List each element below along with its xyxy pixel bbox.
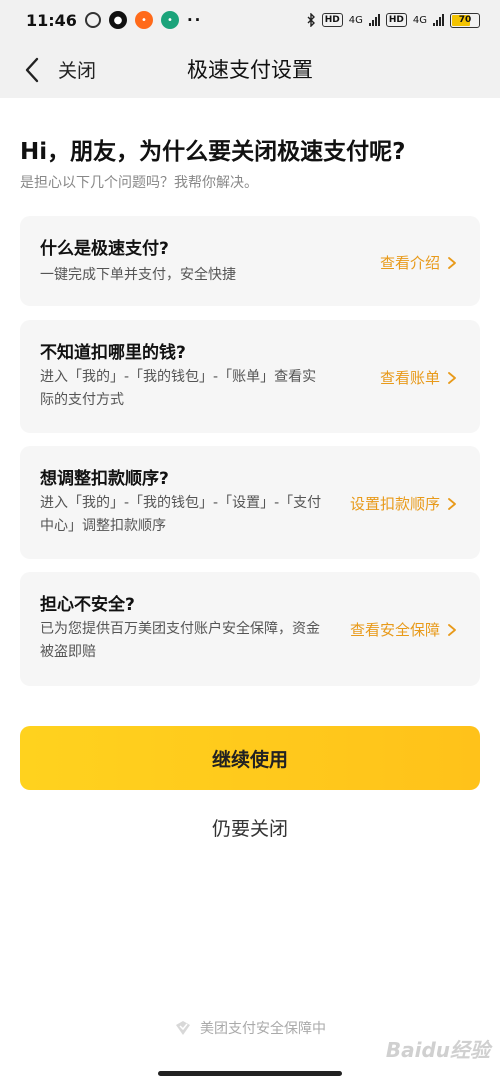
chevron-right-icon	[448, 623, 456, 636]
continue-button[interactable]: 继续使用	[20, 726, 480, 790]
card-what-is-fast-pay: 什么是极速支付? 一键完成下单并支付，安全快捷 查看介绍	[20, 216, 480, 306]
card-action-label: 查看安全保障	[349, 621, 440, 639]
status-time: 11:46	[26, 10, 77, 30]
card-action-label: 查看账单	[379, 369, 440, 387]
card-adjust-deduction-order: 想调整扣款顺序? 进入「我的」-「我的钱包」-「设置」-「支付中心」调整扣款顺序…	[20, 446, 480, 559]
home-indicator[interactable]	[158, 1071, 342, 1076]
qq-icon: ●	[108, 11, 127, 29]
hd-badge-2: HD	[385, 13, 407, 27]
card-desc: 进入「我的」-「我的钱包」-「账单」查看实际的支付方式	[40, 369, 317, 408]
footer-note-text: 美团支付安全保障中	[200, 1021, 326, 1037]
nav-bar: 关闭 极速支付设置	[0, 40, 500, 98]
card-title: 想调整扣款顺序?	[40, 469, 169, 489]
chevron-right-icon	[448, 497, 456, 510]
set-deduction-order-link[interactable]: 设置扣款顺序	[350, 493, 458, 514]
status-left: 11:46 ● • • ··	[26, 11, 202, 30]
bluetooth-icon	[307, 13, 315, 27]
app-notification-icon-2: •	[160, 11, 179, 29]
shield-icon	[176, 1021, 190, 1035]
network-gen-2: 4G	[412, 14, 427, 26]
card-desc: 已为您提供百万美团支付账户安全保障，资金被盗即赔	[40, 621, 320, 660]
still-close-button[interactable]: 仍要关闭	[0, 814, 500, 841]
card-security-concern: 担心不安全? 已为您提供百万美团支付账户安全保障，资金被盗即赔 查看安全保障	[20, 572, 480, 686]
battery-icon: 70	[450, 12, 480, 28]
status-right: HD 4G HD 4G 70	[306, 12, 480, 28]
close-link[interactable]: 关闭	[58, 56, 96, 83]
battery-level: 70	[458, 15, 472, 25]
hd-badge-1: HD	[321, 13, 343, 27]
more-notifications-icon: ··	[186, 11, 203, 29]
status-bar: 11:46 ● • • ·· HD 4G HD 4G 70	[0, 0, 500, 40]
chevron-right-icon	[448, 256, 456, 269]
watermark: Baidu经验	[385, 1038, 490, 1062]
view-security-link[interactable]: 查看安全保障	[350, 619, 458, 640]
chevron-right-icon	[448, 371, 456, 384]
chevron-left-icon	[25, 57, 39, 83]
back-button[interactable]	[12, 50, 52, 90]
app-notification-icon: •	[134, 11, 153, 29]
card-title: 担心不安全?	[40, 595, 135, 615]
headline: Hi，朋友，为什么要关闭极速支付呢?	[20, 139, 406, 165]
card-desc: 进入「我的」-「我的钱包」-「设置」-「支付中心」调整扣款顺序	[40, 495, 322, 534]
card-action-label: 设置扣款顺序	[349, 495, 440, 513]
signal-icon-1	[368, 14, 380, 26]
signal-icon-2	[433, 14, 444, 26]
card-action-label: 查看介绍	[379, 254, 440, 272]
alarm-icon	[84, 12, 101, 28]
card-where-money-deducted: 不知道扣哪里的钱? 进入「我的」-「我的钱包」-「账单」查看实际的支付方式 查看…	[20, 320, 480, 433]
network-gen-1: 4G	[348, 14, 363, 26]
view-intro-link[interactable]: 查看介绍	[380, 252, 458, 273]
card-desc: 一键完成下单并支付，安全快捷	[40, 267, 236, 283]
card-title: 不知道扣哪里的钱?	[40, 343, 186, 363]
subhead: 是担心以下几个问题吗？我帮你解决。	[20, 175, 258, 191]
view-bill-link[interactable]: 查看账单	[380, 367, 458, 388]
card-title: 什么是极速支付?	[40, 239, 169, 259]
